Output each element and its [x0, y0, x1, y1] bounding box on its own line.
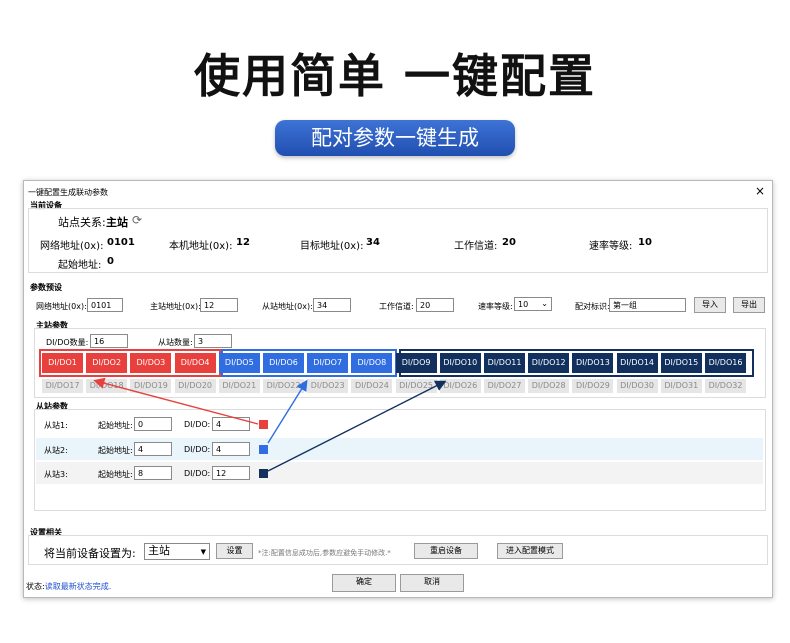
set-button[interactable]: 设置 — [216, 543, 253, 559]
ok-button[interactable]: 确定 — [332, 574, 396, 592]
headline: 使用简单 一键配置 — [193, 49, 596, 103]
settings-note: *注:配置信息成功后,参数应避免手动修改.* — [258, 549, 391, 557]
feature-pill: 配对参数一键生成 — [275, 120, 515, 156]
set-as-label: 将当前设备设置为: — [44, 547, 136, 560]
enter-config-mode-button[interactable]: 进入配置模式 — [497, 543, 563, 559]
arrow-slave3 — [267, 380, 447, 472]
settings-group — [28, 535, 768, 565]
arrow-slave1 — [93, 377, 259, 425]
restart-device-button[interactable]: 重启设备 — [414, 543, 478, 559]
chevron-down-icon: ▼ — [200, 548, 206, 556]
cancel-button[interactable]: 取消 — [400, 574, 464, 592]
device-role-select[interactable]: 主站 ▼ — [144, 543, 210, 560]
config-dialog: 一键配置生成联动参数 × 当前设备 站点关系: 主站 ⟳ 网络地址(0x): 0… — [23, 180, 773, 598]
status-bar: 状态:读取最新状态完成. — [26, 581, 111, 592]
arrow-slave2 — [267, 379, 308, 444]
status-text: 读取最新状态完成. — [44, 582, 112, 591]
device-role-value: 主站 — [148, 544, 170, 557]
status-label: 状态: — [26, 582, 45, 591]
